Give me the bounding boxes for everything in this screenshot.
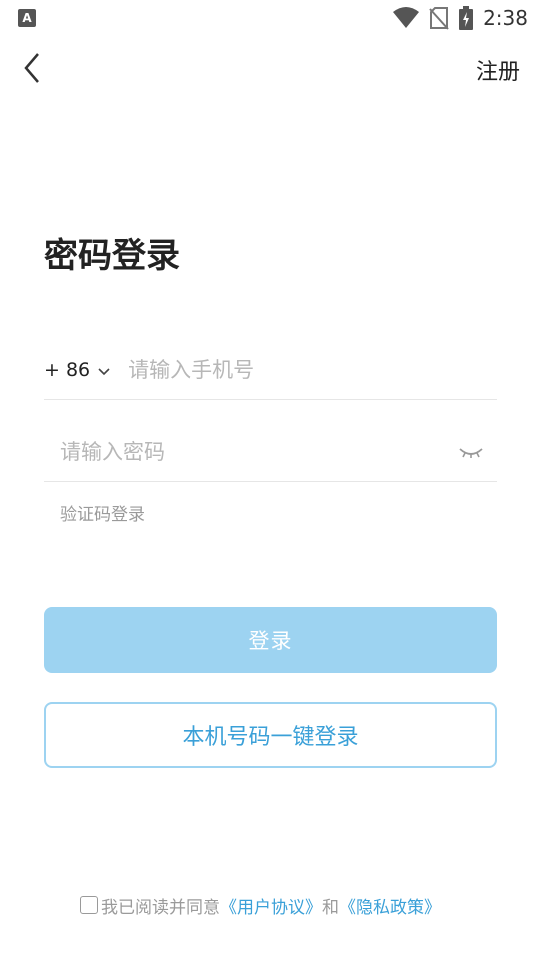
wifi-icon [393, 7, 420, 29]
phone-row: + 86 [44, 340, 497, 400]
sms-login-link[interactable]: 验证码登录 [60, 500, 145, 525]
password-input[interactable] [60, 439, 457, 464]
country-code-label: + 86 [44, 358, 91, 381]
agreement-and: 和 [322, 897, 339, 918]
register-link[interactable]: 注册 [476, 54, 520, 86]
agreement-prefix: 我已阅读并同意 [101, 897, 220, 918]
phone-input[interactable] [128, 357, 497, 382]
agreement-checkbox[interactable] [80, 896, 98, 914]
page-title: 密码登录 [44, 236, 180, 276]
login-button[interactable]: 登录 [44, 607, 497, 673]
password-row [44, 422, 497, 482]
user-agreement-link[interactable]: 《用户协议》 [220, 893, 322, 918]
one-click-login-button[interactable]: 本机号码一键登录 [44, 702, 497, 768]
back-button[interactable] [18, 50, 50, 86]
no-sim-icon [429, 6, 449, 30]
status-time: 2:38 [483, 6, 528, 30]
app-notification-icon: A [18, 9, 36, 27]
agreement: 我已阅读并同意 《用户协议》 和 《隐私政策》 [80, 892, 441, 918]
battery-charging-icon [459, 6, 474, 30]
eye-closed-icon[interactable] [457, 442, 485, 462]
chevron-left-icon [18, 53, 50, 90]
status-icons: 2:38 [393, 4, 528, 32]
status-bar: A 2:38 [0, 0, 540, 36]
privacy-policy-link[interactable]: 《隐私政策》 [339, 893, 441, 918]
chevron-down-icon [98, 359, 110, 381]
country-code-selector[interactable]: + 86 [44, 359, 110, 381]
